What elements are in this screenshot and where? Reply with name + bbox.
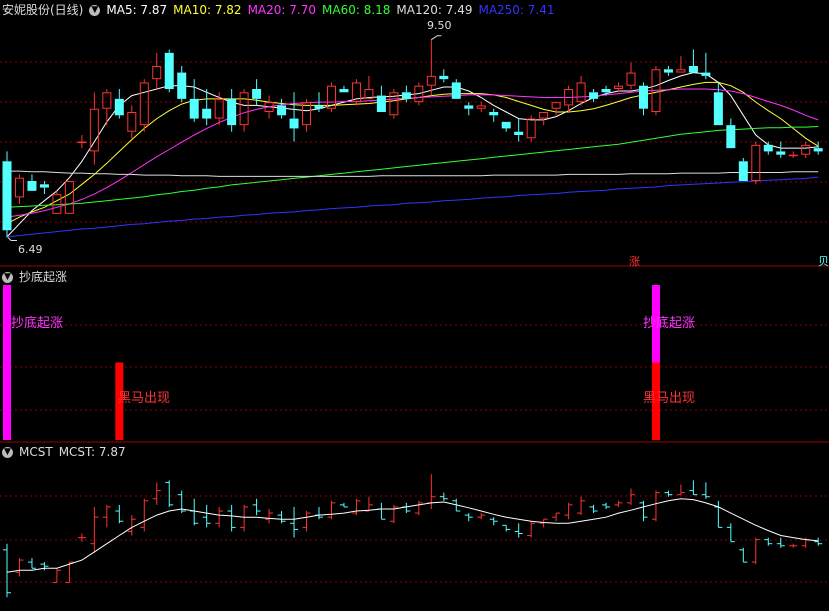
ma-line-ma120 xyxy=(7,170,819,177)
ma-line-ma250 xyxy=(6,176,819,238)
high-price-arrow xyxy=(431,35,442,41)
candle-body-down xyxy=(439,75,449,80)
candle-body-down xyxy=(701,72,711,76)
ma250-label: MA250: 7.41 xyxy=(478,3,555,17)
stock-chart xyxy=(0,35,829,598)
mcst-line xyxy=(6,498,819,573)
candle-body-up xyxy=(152,66,162,80)
candle-body-up xyxy=(239,92,249,126)
rise-marker: 涨 xyxy=(629,255,640,268)
candle-body-down xyxy=(202,108,212,119)
ma60-label: MA60: 8.18 xyxy=(322,3,391,17)
candle-body-down xyxy=(2,161,12,231)
ma10-label: MA10: 7.82 xyxy=(173,3,242,17)
mcst-value: MCST: 7.87 xyxy=(58,445,126,459)
candle-body-down xyxy=(177,72,187,99)
candle-body-down xyxy=(601,89,611,93)
ma20-label: MA20: 7.70 xyxy=(247,3,316,17)
candle-body-up xyxy=(102,92,112,109)
candle-body-up xyxy=(801,144,811,155)
mcst-header: ▼ MCST MCST: 7.87 xyxy=(2,444,132,460)
candle-body-up xyxy=(77,141,87,144)
mcst-title: MCST xyxy=(19,445,53,459)
candle-body-down xyxy=(464,105,474,109)
candle-body-down xyxy=(114,98,124,116)
candle-body-down xyxy=(663,69,673,73)
candle-body-down xyxy=(339,89,349,93)
candle-body-up xyxy=(127,112,137,132)
low-price-arrow xyxy=(7,237,17,242)
chevron-down-icon[interactable]: ▼ xyxy=(89,5,101,16)
candle-body-down xyxy=(713,92,723,126)
candle-body-down xyxy=(638,85,648,109)
ma-line-ma60 xyxy=(6,126,819,208)
candle-body-down xyxy=(376,95,386,112)
candle-body-down xyxy=(164,52,174,89)
candle-body-up xyxy=(676,69,686,73)
main-chart-header: 安妮股份(日线) ▼ MA5: 7.87 MA10: 7.82 MA20: 7.70 MA… xyxy=(2,2,561,18)
candle-body-down xyxy=(252,89,262,99)
candle-body-up xyxy=(539,112,549,119)
candle-body-up xyxy=(788,154,798,157)
candle-body-up xyxy=(526,118,536,139)
candle-body-up xyxy=(551,102,561,109)
indicator-title: 抄底起涨 xyxy=(19,270,68,284)
candle-body-up xyxy=(576,82,586,103)
signal-bar xyxy=(3,285,11,440)
signal-label-bottom-rise: 抄底起涨 xyxy=(11,316,64,331)
signal-label-dark-horse: 黑马出现 xyxy=(118,391,171,406)
candle-body-down xyxy=(813,148,823,152)
chevron-down-icon[interactable]: ▼ xyxy=(2,272,13,283)
candle-body-down xyxy=(489,112,499,116)
candle-body-down xyxy=(189,98,199,119)
candle-body-down xyxy=(39,184,49,188)
candle-body-up xyxy=(476,105,486,109)
candle-body-down xyxy=(726,125,736,149)
candle-body-down xyxy=(589,92,599,99)
candle-body-up xyxy=(52,194,62,214)
chevron-down-icon[interactable]: ▼ xyxy=(2,447,13,458)
candle-body-down xyxy=(451,82,461,99)
candle-body-down xyxy=(688,66,698,73)
candle-body-down xyxy=(514,131,524,135)
candle-body-down xyxy=(277,105,287,116)
candle-body-up xyxy=(89,108,99,152)
candle-body-down xyxy=(776,151,786,155)
candle-body-up xyxy=(426,75,436,86)
candle-body-down xyxy=(27,181,37,191)
candle-body-up xyxy=(14,177,24,198)
candle-body-down xyxy=(314,105,324,109)
high-price-label: 9.50 xyxy=(427,19,452,32)
low-price-label: 6.49 xyxy=(18,243,43,256)
signal-label-bottom-rise: 抄底起涨 xyxy=(643,316,696,331)
indicator-header: ▼ 抄底起涨 xyxy=(2,269,73,285)
candle-body-down xyxy=(738,161,748,181)
candle-body-down xyxy=(227,98,237,126)
signal-label-dark-horse: 黑马出现 xyxy=(643,391,696,406)
ma-line-ma5 xyxy=(6,72,819,238)
ma-line-ma20 xyxy=(6,88,819,218)
candle-body-up xyxy=(751,144,761,182)
candle-body-up xyxy=(626,72,636,86)
candle-body-up xyxy=(614,85,624,90)
candle-body-up xyxy=(302,102,312,126)
candle-body-up xyxy=(64,181,74,214)
ma5-label: MA5: 7.87 xyxy=(106,3,168,17)
candle-body-down xyxy=(501,121,511,129)
candle-body-down xyxy=(763,144,773,152)
candle-body-down xyxy=(401,92,411,99)
edge-marker: 贝 xyxy=(818,255,829,268)
candle-body-up xyxy=(139,82,149,126)
stock-name: 安妮股份(日线) xyxy=(2,3,84,17)
ma120-label: MA120: 7.49 xyxy=(396,3,473,17)
candle-body-down xyxy=(289,118,299,129)
